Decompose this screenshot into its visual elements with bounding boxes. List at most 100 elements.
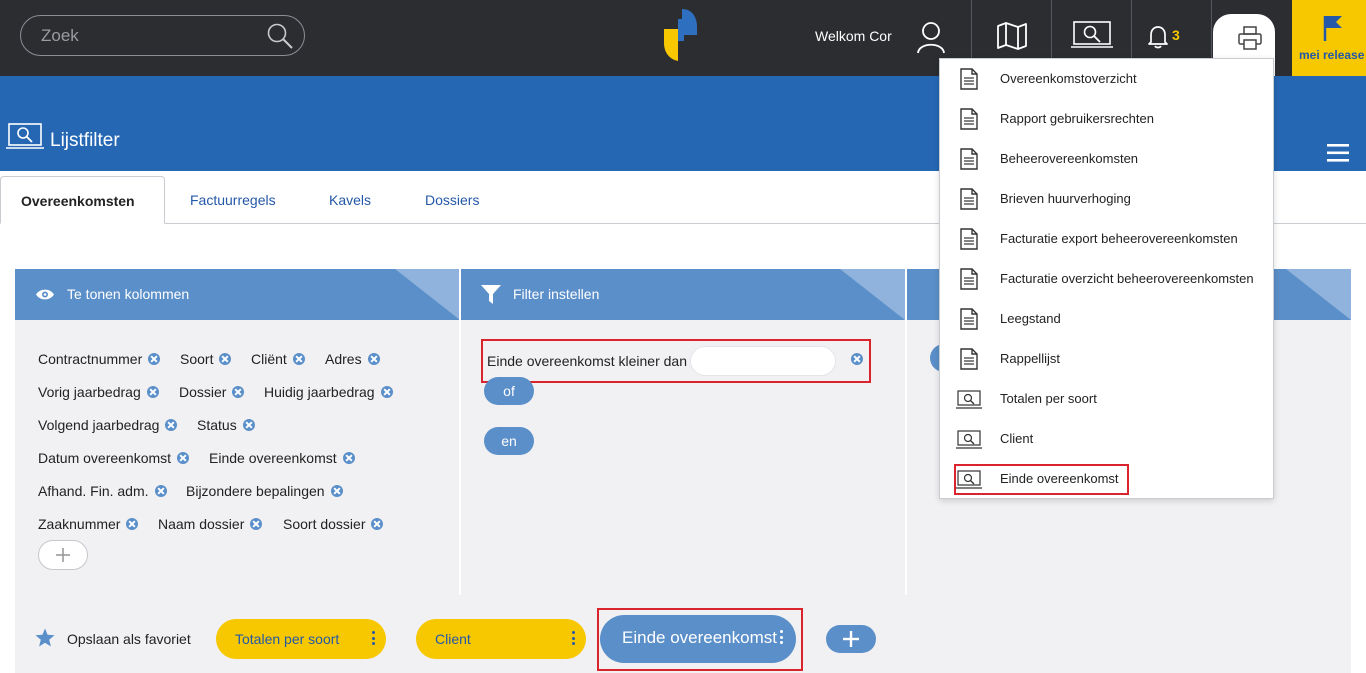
columns-panel-header: Te tonen kolommen — [15, 269, 460, 320]
column-chip: Status — [197, 417, 255, 433]
print-menu-item-label: Facturatie overzicht beheerovereenkomste… — [1000, 271, 1254, 286]
search-box[interactable] — [20, 15, 305, 56]
favorite-item[interactable]: Totalen per soort — [216, 619, 386, 659]
remove-icon[interactable] — [232, 386, 245, 398]
column-chip: Adres — [325, 351, 380, 367]
print-menu-item-label: Client — [1000, 431, 1034, 446]
more-options-icon[interactable] — [572, 631, 576, 647]
column-chip: Contractnummer — [38, 351, 161, 367]
remove-condition-icon[interactable] — [851, 353, 863, 365]
document-icon — [960, 148, 978, 175]
column-chip: Cliënt — [251, 351, 305, 367]
document-icon — [960, 308, 978, 335]
printer-icon — [1238, 26, 1262, 50]
print-menu-item[interactable]: Rapport gebruikersrechten — [940, 99, 1273, 139]
list-filter-icon — [956, 390, 982, 415]
tab-factuurregels[interactable]: Factuurregels — [190, 171, 276, 224]
column-chip: Dossier — [179, 384, 245, 400]
column-chip: Vorig jaarbedrag — [38, 384, 159, 400]
add-favorite-button[interactable] — [826, 625, 876, 653]
print-menu-item-label: Leegstand — [1000, 311, 1061, 326]
remove-icon[interactable] — [219, 353, 232, 365]
print-menu-item-label: Totalen per soort — [1000, 391, 1097, 406]
print-menu-item[interactable]: Facturatie export beheerovereenkomsten — [940, 219, 1273, 259]
release-label: mei release — [1299, 48, 1365, 62]
remove-icon[interactable] — [126, 518, 139, 530]
document-icon — [960, 108, 978, 135]
print-menu-item[interactable]: Rappellijst — [940, 339, 1273, 379]
remove-icon[interactable] — [342, 452, 355, 464]
filter-condition-row: Einde overeenkomst kleiner dan — [481, 339, 871, 383]
column-chip: Volgend jaarbedrag — [38, 417, 178, 433]
document-icon — [960, 348, 978, 375]
search-icon[interactable] — [266, 22, 294, 50]
list-filter-icon — [6, 123, 44, 149]
print-menu-item-label: Rappellijst — [1000, 351, 1060, 366]
remove-icon[interactable] — [250, 518, 263, 530]
print-menu: Overeenkomstoverzicht Rapport gebruikersr… — [939, 58, 1274, 499]
print-menu-item[interactable]: Beheerovereenkomsten — [940, 139, 1273, 179]
print-menu-item[interactable]: Brieven huurverhoging — [940, 179, 1273, 219]
remove-icon[interactable] — [380, 386, 393, 398]
column-chip: Huidig jaarbedrag — [264, 384, 393, 400]
user-icon[interactable] — [913, 20, 949, 54]
remove-icon[interactable] — [292, 353, 305, 365]
remove-icon[interactable] — [242, 419, 255, 431]
remove-icon[interactable] — [177, 452, 190, 464]
and-button[interactable]: en — [484, 427, 534, 455]
print-menu-item[interactable]: Overeenkomstoverzicht — [940, 59, 1273, 99]
app-logo[interactable] — [660, 5, 700, 63]
remove-icon[interactable] — [330, 485, 343, 497]
bell-icon — [1148, 26, 1168, 49]
release-notes-button[interactable]: mei release — [1292, 0, 1366, 76]
column-chip: Soort dossier — [283, 516, 384, 532]
print-menu-item[interactable]: Leegstand — [940, 299, 1273, 339]
menu-icon[interactable] — [1327, 144, 1349, 162]
more-options-icon[interactable] — [372, 631, 376, 647]
filter-panel: Filter instellen Einde overeenkomst klei… — [461, 269, 905, 595]
print-menu-item-label: Overeenkomstoverzicht — [1000, 71, 1137, 86]
favorite-item[interactable]: Client — [416, 619, 586, 659]
remove-icon[interactable] — [148, 353, 161, 365]
remove-icon[interactable] — [371, 518, 384, 530]
column-chip: Datum overeenkomst — [38, 450, 190, 466]
tab-kavels[interactable]: Kavels — [329, 171, 371, 224]
star-icon[interactable] — [35, 628, 55, 648]
save-favorite-label[interactable]: Opslaan als favoriet — [67, 631, 191, 647]
flag-icon — [1323, 16, 1342, 41]
tab-dossiers[interactable]: Dossiers — [425, 171, 479, 224]
document-icon — [960, 268, 978, 295]
document-icon — [960, 188, 978, 215]
highlight-frame — [954, 464, 1129, 495]
add-column-button[interactable] — [38, 540, 88, 570]
print-menu-item[interactable]: Client — [940, 419, 1273, 459]
remove-icon[interactable] — [367, 353, 380, 365]
filter-panel-header: Filter instellen — [461, 269, 905, 320]
list-filter-icon — [1071, 21, 1113, 48]
more-options-icon[interactable] — [780, 630, 784, 646]
plus-icon — [843, 631, 859, 647]
remove-icon[interactable] — [165, 419, 178, 431]
remove-icon[interactable] — [154, 485, 167, 497]
columns-panel: Te tonen kolommen Contractnummer Soort C… — [15, 269, 460, 595]
print-menu-item-label: Facturatie export beheerovereenkomsten — [1000, 231, 1238, 246]
favorite-item-active[interactable]: Einde overeenkomst — [600, 615, 796, 663]
tab-overeenkomsten[interactable]: Overeenkomsten — [0, 176, 165, 224]
or-button[interactable]: of — [484, 377, 534, 405]
filter-condition-label: Einde overeenkomst kleiner dan — [487, 353, 688, 369]
print-menu-item[interactable]: Facturatie overzicht beheerovereenkomste… — [940, 259, 1273, 299]
list-filter-icon — [956, 430, 982, 455]
search-input[interactable] — [41, 25, 271, 47]
remove-icon[interactable] — [146, 386, 159, 398]
print-menu-item[interactable]: Totalen per soort — [940, 379, 1273, 419]
welcome-text: Welkom Cor — [815, 28, 892, 44]
print-menu-item-label: Brieven huurverhoging — [1000, 191, 1131, 206]
filter-panel-title: Filter instellen — [513, 286, 600, 302]
filter-value-input[interactable] — [690, 346, 836, 376]
column-chip: Einde overeenkomst — [209, 450, 355, 466]
map-icon — [997, 22, 1027, 50]
notification-count: 3 — [1172, 27, 1180, 43]
funnel-icon — [481, 285, 501, 304]
document-icon — [960, 68, 978, 95]
document-icon — [960, 228, 978, 255]
